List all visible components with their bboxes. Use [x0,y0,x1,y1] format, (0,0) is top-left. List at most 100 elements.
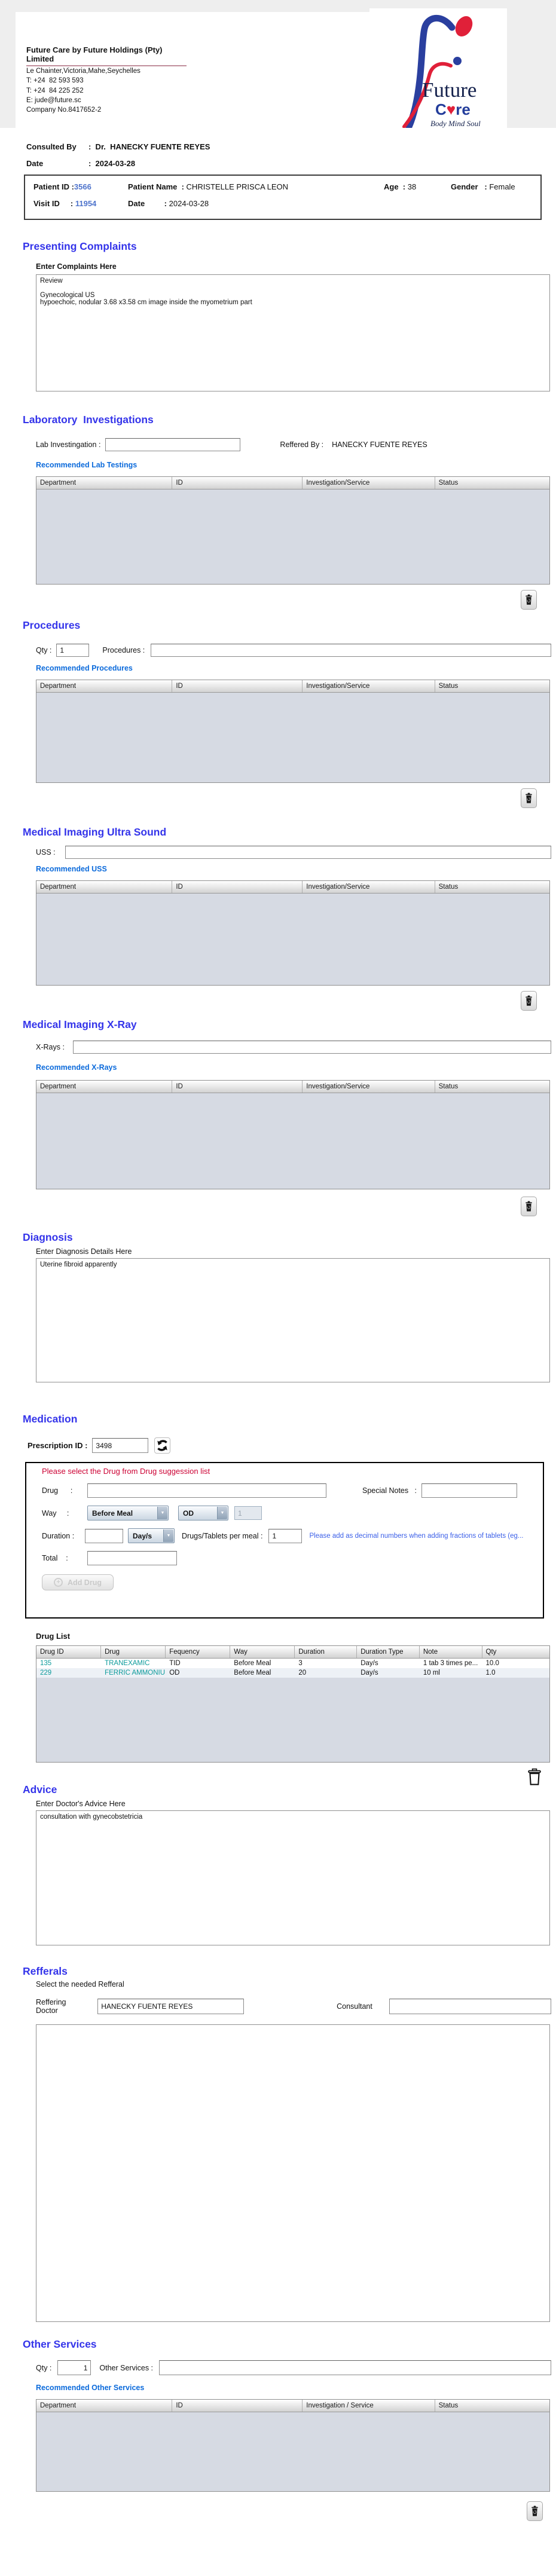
drug-warning-text: Please select the Drug from Drug suggess… [42,1467,210,1476]
total-input[interactable] [87,1551,177,1565]
other-col-investigation[interactable]: Investigation / Service [303,2400,435,2412]
xray-col-id[interactable]: ID [172,1081,303,1093]
diagnosis-textarea[interactable]: Uterine fibroid apparently [36,1258,550,1382]
section-medication: Medication Prescription ID : Please sele… [23,1413,551,1788]
complaints-textarea[interactable]: Review Gynecological US hypoechoic, nodu… [36,274,550,391]
section-laboratory: Laboratory Investigations Lab Investinga… [23,414,551,610]
procedures-clear-button[interactable] [521,788,537,808]
drug-col-duration-type[interactable]: Duration Type [357,1646,420,1658]
drug-list-label: Drug List [36,1632,71,1641]
procedures-col-department[interactable]: Department [36,680,173,692]
ultrasound-heading: Medical Imaging Ultra Sound [23,826,167,838]
other-services-heading: Other Services [23,2338,97,2350]
xray-table-header: Department ID Investigation/Service Stat… [36,1081,549,1093]
drug-way-cell: Before Meal [234,1669,271,1676]
diagnosis-heading: Diagnosis [23,1231,73,1243]
drug-name-cell: FERRIC AMMONIU [105,1669,166,1676]
duration-input[interactable] [85,1528,123,1543]
drug-row[interactable]: 229 FERRIC AMMONIU OD Before Meal 20 Day… [36,1668,549,1678]
lab-col-investigation[interactable]: Investigation/Service [303,477,435,489]
recommended-other-services-link[interactable]: Recommended Other Services [36,2384,144,2392]
trash-icon [526,995,532,1006]
special-notes-input[interactable] [421,1483,518,1498]
duration-type-select[interactable]: Day/s ▼ [128,1528,175,1543]
uss-table: Department ID Investigation/Service Stat… [36,880,550,986]
logo-graphic: Future C♥re Body Mind Soul [402,14,481,130]
futurecare-logo: Future C♥re Body Mind Soul [369,8,507,130]
drug-row[interactable]: 135 TRANEXAMIC TID Before Meal 3 Day/s 1… [36,1659,549,1668]
presenting-complaints-heading: Presenting Complaints [23,240,137,252]
uss-input[interactable] [65,846,551,859]
xray-col-department[interactable]: Department [36,1081,173,1093]
consult-date-label: Date [26,159,44,168]
drug-col-frequency[interactable]: Fequency [166,1646,231,1658]
frequency-select-value: OD [183,1509,194,1518]
medication-heading: Medication [23,1413,78,1425]
way-select[interactable]: Before Meal ▼ [87,1506,169,1520]
uss-label: USS : [36,848,56,856]
age-value: 38 [407,182,417,191]
uss-col-id[interactable]: ID [172,881,303,893]
referred-by-value: HANECKY FUENTE REYES [332,440,427,449]
company-phone-1: T: +24 82 593 593 [26,77,84,85]
lab-col-id[interactable]: ID [172,477,303,489]
other-qty-input[interactable] [57,2360,91,2375]
prescription-id-label: Prescription ID : [28,1441,88,1450]
other-services-clear-button[interactable] [527,2501,543,2521]
drug-id-cell: 229 [40,1669,52,1676]
prescription-id-input[interactable] [92,1438,149,1453]
procedures-col-investigation[interactable]: Investigation/Service [303,680,435,692]
procedures-col-status[interactable]: Status [435,680,549,692]
procedures-col-id[interactable]: ID [172,680,303,692]
visit-id-label: Visit ID : [33,199,74,208]
consultant-input[interactable] [389,1999,551,2014]
advice-textarea[interactable]: consultation with gynecobstetricia [36,1810,550,1945]
recommended-procedures-link[interactable]: Recommended Procedures [36,664,133,672]
other-col-department[interactable]: Department [36,2400,173,2412]
xrays-input[interactable] [72,1041,551,1054]
lab-investigation-input[interactable] [105,438,241,451]
lab-col-status[interactable]: Status [435,477,549,489]
logo-tagline: Body Mind Soul [430,119,481,128]
drug-col-qty[interactable]: Qty [482,1646,549,1658]
add-drug-button[interactable]: + Add Drug [42,1574,114,1590]
other-services-input[interactable] [159,2360,551,2375]
lab-table-body [36,489,549,584]
xray-col-status[interactable]: Status [435,1081,549,1093]
refresh-prescription-button[interactable] [154,1437,171,1454]
plus-icon: + [54,1578,63,1587]
uss-col-department[interactable]: Department [36,881,173,893]
reffering-doctor-input[interactable] [97,1999,245,2014]
lab-clear-button[interactable] [521,590,537,610]
advice-heading: Advice [23,1783,57,1795]
drug-col-drug[interactable]: Drug [101,1646,166,1658]
drug-input[interactable] [87,1483,326,1498]
drug-list-table: Drug ID Drug Fequency Way Duration Durat… [36,1645,550,1763]
drug-col-id[interactable]: Drug ID [36,1646,102,1658]
recommended-lab-testings-link[interactable]: Recommended Lab Testings [36,461,137,469]
svg-text:C♥re: C♥re [435,100,471,118]
uss-col-investigation[interactable]: Investigation/Service [303,881,435,893]
refferals-list-box[interactable] [36,2024,550,2322]
recommended-xrays-link[interactable]: Recommended X-Rays [36,1063,117,1072]
frequency-select[interactable]: OD ▼ [178,1506,228,1520]
recommended-uss-link[interactable]: Recommended USS [36,865,107,873]
heart-icon: ♥ [447,100,456,118]
other-col-id[interactable]: ID [172,2400,303,2412]
uss-col-status[interactable]: Status [435,881,549,893]
drug-duration-cell: 3 [298,1660,303,1667]
per-meal-input[interactable] [268,1528,303,1543]
drug-duration-cell: 20 [298,1669,307,1676]
xray-clear-button[interactable] [521,1197,537,1216]
drug-col-note[interactable]: Note [420,1646,482,1658]
procedures-qty-input[interactable] [56,644,90,657]
xray-col-investigation[interactable]: Investigation/Service [303,1081,435,1093]
other-col-status[interactable]: Status [435,2400,549,2412]
drug-col-duration[interactable]: Duration [295,1646,358,1658]
logo-care-c: C [435,100,447,118]
procedures-input[interactable] [151,644,551,657]
patient-id-label: Patient ID : [33,182,74,191]
drug-col-way[interactable]: Way [230,1646,295,1658]
lab-col-department[interactable]: Department [36,477,173,489]
uss-clear-button[interactable] [521,991,537,1011]
